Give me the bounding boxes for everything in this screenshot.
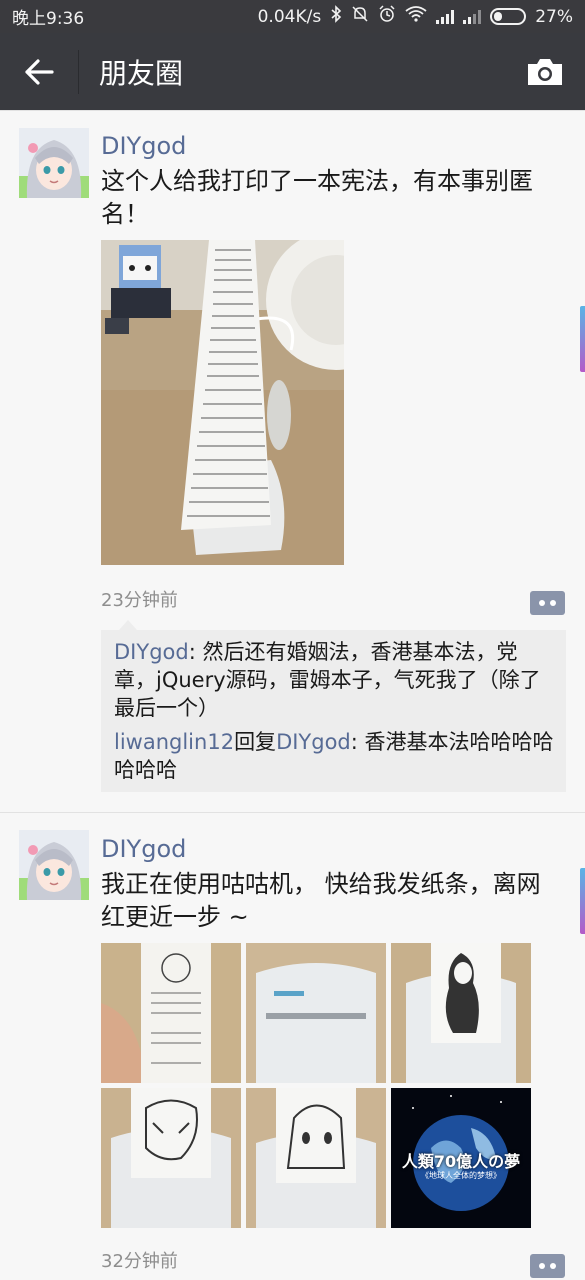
camera-icon bbox=[528, 58, 562, 85]
comment-button[interactable] bbox=[530, 1254, 565, 1278]
back-arrow-icon bbox=[25, 58, 54, 85]
side-tab bbox=[580, 306, 585, 372]
camera-button[interactable] bbox=[505, 33, 585, 110]
mute-icon bbox=[351, 5, 369, 28]
post-text: 这个人给我打印了一本宪法，有本事别匿名！ bbox=[101, 167, 533, 228]
more-icon bbox=[539, 1263, 556, 1269]
more-icon bbox=[539, 600, 556, 606]
reply-word: 回复 bbox=[234, 730, 277, 754]
title-divider bbox=[78, 49, 79, 94]
comment[interactable]: DIYgod: 然后还有婚姻法，香港基本法，党章，jQuery源码，雷姆本子，气… bbox=[114, 638, 554, 722]
alarm-icon bbox=[378, 5, 396, 28]
status-bar: 晚上9:36 0.04K/s 27% bbox=[0, 0, 585, 33]
title-bar: 朋友圈 bbox=[0, 33, 585, 110]
post-time: 32分钟前 bbox=[101, 1251, 178, 1272]
back-button[interactable] bbox=[0, 33, 78, 110]
photo-grid: 人類70億人の夢 《地球人全体的梦想》 bbox=[101, 943, 531, 1228]
grid-photo[interactable]: 人類70億人の夢 《地球人全体的梦想》 bbox=[391, 1088, 531, 1228]
side-tab bbox=[580, 868, 585, 934]
reply-to-user[interactable]: DIYgod bbox=[276, 730, 351, 754]
bluetooth-icon bbox=[330, 5, 342, 28]
comment[interactable]: liwanglin12回复DIYgod: 香港基本法哈哈哈哈哈哈哈 bbox=[114, 728, 554, 784]
comments-box: DIYgod: 然后还有婚姻法，香港基本法，党章，jQuery源码，雷姆本子，气… bbox=[101, 620, 566, 792]
photo-overlay-subtitle: 《地球人全体的梦想》 bbox=[421, 1171, 501, 1180]
post-photo[interactable] bbox=[101, 240, 344, 565]
avatar[interactable] bbox=[19, 128, 89, 198]
grid-photo[interactable] bbox=[101, 1088, 241, 1228]
grid-photo[interactable] bbox=[246, 1088, 386, 1228]
status-time: 晚上9:36 bbox=[12, 9, 85, 29]
post-author[interactable]: DIYgod bbox=[101, 835, 186, 863]
photo-overlay-title: 人類70億人の夢 bbox=[401, 1152, 521, 1171]
post-time: 23分钟前 bbox=[101, 590, 178, 611]
post-text: 我正在使用咕咕机， 快给我发纸条，离网红更近一步 ~ bbox=[101, 870, 541, 931]
signal-icon-2 bbox=[463, 9, 482, 24]
signal-icon bbox=[436, 9, 455, 24]
comment-user[interactable]: DIYgod bbox=[114, 640, 189, 664]
comment-button[interactable] bbox=[530, 591, 565, 615]
post-author[interactable]: DIYgod bbox=[101, 132, 186, 160]
comment-user[interactable]: liwanglin12 bbox=[114, 730, 234, 754]
grid-photo[interactable] bbox=[101, 943, 241, 1083]
battery-icon bbox=[490, 8, 527, 25]
battery-percent: 27% bbox=[535, 6, 573, 27]
wifi-icon bbox=[405, 6, 427, 27]
avatar[interactable] bbox=[19, 830, 89, 900]
post-divider bbox=[0, 812, 585, 813]
net-speed: 0.04K/s bbox=[257, 6, 322, 27]
page-title: 朋友圈 bbox=[99, 56, 184, 90]
grid-photo[interactable] bbox=[246, 943, 386, 1083]
grid-photo[interactable] bbox=[391, 943, 531, 1083]
post-divider bbox=[0, 110, 585, 111]
